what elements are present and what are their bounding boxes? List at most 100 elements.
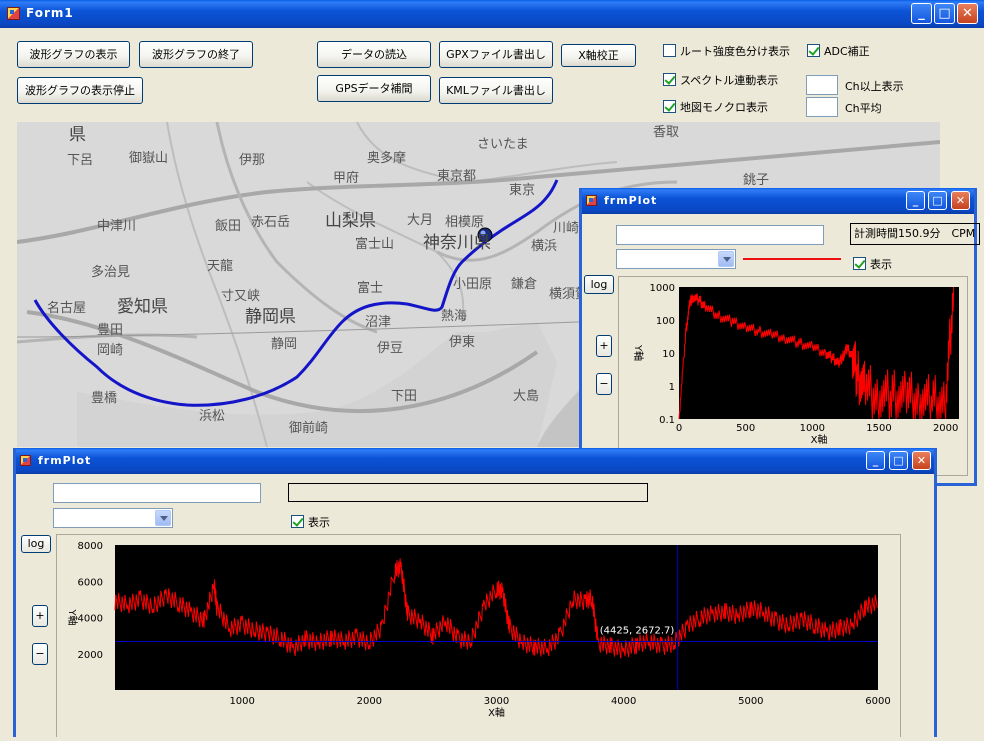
line-color-sample bbox=[743, 258, 841, 260]
x-tick-label: 6000 bbox=[865, 696, 890, 707]
route-color-checkbox[interactable]: ルート強度色分け表示 bbox=[663, 44, 790, 59]
map-label: 山梨県 bbox=[325, 211, 376, 231]
zoom-out-button[interactable]: − bbox=[596, 373, 612, 395]
spectrum-show-checkbox[interactable]: 表示 bbox=[853, 257, 892, 272]
x-tick-label: 4000 bbox=[611, 696, 636, 707]
chevron-down-icon[interactable] bbox=[155, 510, 171, 526]
checkbox-box[interactable] bbox=[291, 515, 304, 528]
chevron-down-icon[interactable] bbox=[718, 251, 734, 267]
main-title-bar[interactable]: Form1 _ □ ✕ bbox=[0, 0, 984, 28]
wave-window[interactable]: frmPlot _ □ ✕ 表示 log + − 1000 2000 3000 400… bbox=[13, 448, 937, 737]
zoom-out-button[interactable]: − bbox=[32, 643, 48, 665]
checkbox-box[interactable] bbox=[807, 44, 820, 57]
map-label: 豊橋 bbox=[91, 391, 117, 406]
minimize-button[interactable]: _ bbox=[911, 3, 932, 24]
wave-chart[interactable]: 1000 2000 3000 4000 5000 6000 2000 4000 6000 8000… bbox=[57, 535, 902, 738]
wave-title-bar[interactable]: frmPlot _ □ ✕ bbox=[16, 448, 934, 474]
wave-show-checkbox[interactable]: 表示 bbox=[291, 515, 330, 530]
x-axis-calibrate-button[interactable]: X軸校正 bbox=[561, 44, 636, 67]
ch-min-input[interactable] bbox=[806, 75, 838, 95]
x-tick-label: 2000 bbox=[357, 696, 382, 707]
pause-wave-button[interactable]: 波形グラフの表示停止 bbox=[17, 77, 143, 104]
map-label: 中津川 bbox=[97, 219, 136, 234]
load-data-button[interactable]: データの読込 bbox=[317, 41, 431, 68]
checkbox-box[interactable] bbox=[663, 44, 676, 57]
map-label: 神奈川県 bbox=[423, 233, 491, 253]
close-button[interactable]: ✕ bbox=[912, 451, 931, 470]
map-label: 富士 bbox=[357, 280, 383, 296]
x-tick-label: 1500 bbox=[866, 423, 891, 434]
map-label: 下田 bbox=[391, 389, 417, 404]
map-label: 寸又峡 bbox=[221, 289, 260, 304]
maximize-button[interactable]: □ bbox=[928, 191, 947, 210]
map-label: 伊那 bbox=[239, 153, 265, 168]
map-label: 豊田 bbox=[97, 323, 123, 338]
map-label: 御前崎 bbox=[289, 420, 328, 436]
cursor-label: (4425, 2672.7) bbox=[600, 626, 675, 637]
wave-text-input[interactable] bbox=[53, 483, 261, 503]
y-tick-label: 10 bbox=[662, 349, 675, 360]
map-label: 甲府 bbox=[333, 171, 359, 186]
ch-min-label: Ch以上表示 bbox=[845, 80, 904, 93]
map-label: 県 bbox=[69, 125, 86, 145]
x-tick-label: 5000 bbox=[738, 696, 763, 707]
close-button[interactable]: ✕ bbox=[951, 191, 970, 210]
ch-avg-label: Ch平均 bbox=[845, 102, 882, 115]
map-label: 香取 bbox=[653, 125, 679, 140]
end-wave-button[interactable]: 波形グラフの終了 bbox=[139, 41, 253, 68]
x-tick-label: 1000 bbox=[800, 423, 825, 434]
map-label: 沼津 bbox=[365, 315, 391, 330]
gpx-export-button[interactable]: GPXファイル書出し bbox=[439, 41, 553, 68]
y-tick-label: 0.1 bbox=[659, 415, 675, 426]
wave-combo[interactable] bbox=[53, 508, 173, 528]
spectrum-window-title: frmPlot bbox=[604, 194, 658, 207]
wave-status-display bbox=[288, 483, 648, 502]
map-label: 多治見 bbox=[91, 264, 130, 280]
spectrum-link-checkbox[interactable]: スペクトル連動表示 bbox=[663, 73, 778, 88]
map-label: 下呂 bbox=[67, 153, 93, 168]
minimize-button[interactable]: _ bbox=[906, 191, 925, 210]
y-tick-label: 8000 bbox=[78, 541, 103, 552]
y-tick-label: 100 bbox=[656, 316, 675, 327]
checkbox-box[interactable] bbox=[853, 257, 866, 270]
window-icon bbox=[20, 455, 31, 466]
map-label: 飯田 bbox=[215, 219, 241, 234]
map-label: 東京都 bbox=[437, 168, 476, 184]
map-label: 静岡県 bbox=[245, 307, 296, 327]
checkbox-box[interactable] bbox=[663, 100, 676, 113]
map-label: 名古屋 bbox=[47, 300, 86, 316]
x-tick-label: 3000 bbox=[484, 696, 509, 707]
checkbox-box[interactable] bbox=[663, 73, 676, 86]
zoom-in-button[interactable]: + bbox=[32, 605, 48, 627]
spectrum-window[interactable]: frmPlot _ □ ✕ 計測時間150.9分 CPM 表示 log + − … bbox=[579, 188, 980, 486]
map-label: 赤石岳 bbox=[251, 215, 290, 230]
minimize-button[interactable]: _ bbox=[866, 451, 885, 470]
x-axis-label: X軸 bbox=[811, 433, 828, 446]
gps-interpolate-button[interactable]: GPSデータ補間 bbox=[317, 75, 431, 102]
map-label: 御嶽山 bbox=[129, 151, 168, 166]
zoom-in-button[interactable]: + bbox=[596, 335, 612, 357]
close-button[interactable]: ✕ bbox=[957, 3, 978, 24]
ch-avg-input[interactable] bbox=[806, 97, 838, 117]
spectrum-title-bar[interactable]: frmPlot _ □ ✕ bbox=[582, 188, 974, 214]
wave-plot-panel[interactable]: 1000 2000 3000 4000 5000 6000 2000 4000 6000 8000… bbox=[56, 534, 901, 737]
spectrum-plot-panel[interactable]: 0 500 1000 1500 2000 0.1 1 10 100 1000 X軸 Y軸 bbox=[618, 276, 968, 476]
spectrum-chart[interactable]: 0 500 1000 1500 20000.11101001000X軸Y軸 bbox=[619, 277, 969, 477]
map-label: 伊東 bbox=[449, 334, 475, 350]
show-wave-button[interactable]: 波形グラフの表示 bbox=[17, 41, 130, 68]
log-button[interactable]: log bbox=[584, 275, 614, 294]
maximize-button[interactable]: □ bbox=[934, 3, 955, 24]
log-button[interactable]: log bbox=[21, 535, 51, 553]
map-label: 東京 bbox=[509, 182, 535, 198]
map-label: 熱海 bbox=[441, 309, 467, 324]
maximize-button[interactable]: □ bbox=[889, 451, 908, 470]
map-label: さいたま bbox=[477, 137, 529, 152]
spectrum-text-input[interactable] bbox=[616, 225, 824, 245]
map-mono-checkbox[interactable]: 地図モノクロ表示 bbox=[663, 100, 768, 115]
adc-correct-checkbox[interactable]: ADC補正 bbox=[807, 44, 870, 59]
kml-export-button[interactable]: KMLファイル書出し bbox=[439, 77, 553, 104]
map-label: 愛知県 bbox=[117, 297, 168, 317]
map-label: 相模原 bbox=[445, 215, 484, 230]
spectrum-combo[interactable] bbox=[616, 249, 736, 269]
app-icon bbox=[7, 7, 20, 20]
